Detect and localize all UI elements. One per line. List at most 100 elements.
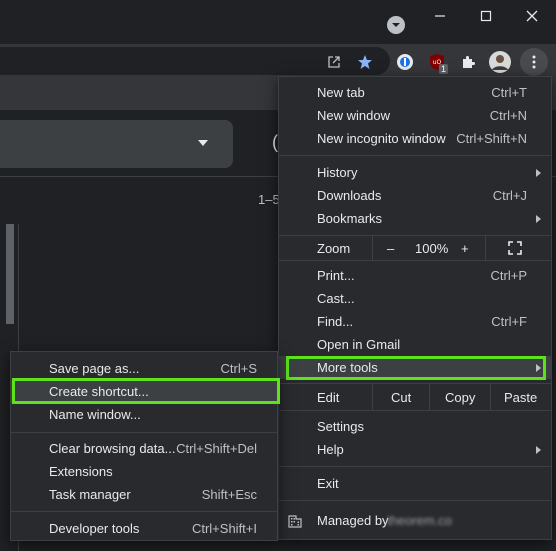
- menu-item-label: New window: [317, 108, 390, 123]
- menu-item-find[interactable]: Find... Ctrl+F: [279, 310, 551, 333]
- edit-label: Edit: [317, 390, 340, 405]
- extensions-button[interactable]: [456, 50, 480, 74]
- menu-item-shortcut: Ctrl+T: [491, 85, 527, 100]
- menu-item-open-in-gmail[interactable]: Open in Gmail: [279, 333, 551, 356]
- menu-item-label: Find...: [317, 314, 354, 329]
- zoom-label: Zoom: [317, 241, 351, 256]
- menu-separator: [11, 511, 277, 512]
- chevron-down-icon: [392, 23, 400, 27]
- menu-item-downloads[interactable]: Downloads Ctrl+J: [279, 184, 551, 207]
- menu-item-label: Task manager: [49, 487, 131, 502]
- menu-item-label: Open in Gmail: [317, 337, 401, 352]
- menu-item-shortcut: Ctrl+Shift+N: [456, 131, 527, 146]
- paste-button[interactable]: Paste: [504, 390, 537, 405]
- menu-separator: [279, 155, 551, 156]
- kebab-menu-icon: [532, 55, 536, 69]
- menu-item-print[interactable]: Print... Ctrl+P: [279, 264, 551, 287]
- menu-item-bookmarks[interactable]: Bookmarks: [279, 207, 551, 230]
- menu-item-label: Print...: [317, 268, 355, 283]
- menu-item-label: Save page as...: [49, 361, 140, 376]
- menu-separator: [279, 466, 551, 467]
- menu-item-help[interactable]: Help: [279, 438, 551, 461]
- menu-item-label: Developer tools: [49, 521, 140, 536]
- menu-item-new-tab[interactable]: New tab Ctrl+T: [279, 81, 551, 104]
- managed-by-domain: theorem.co: [387, 513, 453, 528]
- menu-separator: [279, 410, 551, 411]
- menu-item-label: Name window...: [49, 407, 141, 422]
- menu-item-shortcut: Ctrl+P: [490, 268, 527, 283]
- menu-item-shortcut: Ctrl+Shift+Del: [176, 441, 257, 456]
- menu-item-label: New tab: [317, 85, 365, 100]
- open-in-app-button[interactable]: [322, 50, 346, 74]
- submenu-arrow-icon: [536, 214, 541, 223]
- zoom-out-button[interactable]: –: [387, 241, 394, 256]
- menu-item-name-window[interactable]: Name window...: [11, 403, 277, 426]
- menu-item-label: Downloads: [317, 188, 382, 203]
- zoom-in-button[interactable]: +: [461, 241, 469, 256]
- menu-item-save-page-as[interactable]: Save page as... Ctrl+S: [11, 357, 277, 380]
- zoom-row: Zoom – 100% +: [279, 236, 551, 260]
- menu-item-label: Help: [317, 442, 344, 457]
- menu-item-new-incognito-window[interactable]: New incognito window Ctrl+Shift+N: [279, 127, 551, 150]
- page-scrollbar[interactable]: [6, 224, 14, 324]
- star-icon: [358, 55, 372, 69]
- extension-1password-button[interactable]: [393, 50, 417, 74]
- menu-item-shortcut: Ctrl+S: [220, 361, 257, 376]
- menu-item-history[interactable]: History: [279, 161, 551, 184]
- menu-item-shortcut: Ctrl+N: [489, 108, 527, 123]
- menu-item-shortcut: Ctrl+Shift+I: [191, 521, 257, 536]
- puzzle-icon: [463, 56, 475, 68]
- maximize-icon: [480, 10, 492, 22]
- menu-vertical-divider: [372, 384, 373, 410]
- create-shortcut-highlight: [12, 378, 280, 404]
- menu-item-label: Settings: [317, 419, 364, 434]
- fullscreen-icon: [508, 241, 522, 255]
- menu-item-developer-tools[interactable]: Developer tools Ctrl+Shift+I: [11, 517, 277, 540]
- menu-vertical-divider: [429, 384, 430, 410]
- dropdown-arrow-icon: [198, 140, 208, 146]
- menu-item-task-manager[interactable]: Task manager Shift+Esc: [11, 483, 277, 506]
- menu-item-label: New incognito window: [317, 131, 446, 146]
- extension-ublock-button[interactable]: uO 1: [425, 50, 449, 74]
- page-dropdown[interactable]: [0, 120, 233, 168]
- menu-item-shortcut: Shift+Esc: [201, 487, 257, 502]
- menu-item-label: Exit: [317, 476, 339, 491]
- copy-button[interactable]: Copy: [445, 390, 475, 405]
- menu-item-exit[interactable]: Exit: [279, 472, 551, 495]
- menu-vertical-divider: [490, 384, 491, 410]
- edit-row: Edit Cut Copy Paste: [279, 384, 551, 410]
- menu-item-extensions[interactable]: Extensions: [11, 460, 277, 483]
- cut-button[interactable]: Cut: [391, 390, 411, 405]
- menu-vertical-divider: [372, 236, 373, 260]
- menu-separator: [279, 260, 551, 261]
- menu-item-settings[interactable]: Settings: [279, 415, 551, 438]
- menu-item-label: Bookmarks: [317, 211, 383, 226]
- close-window-button[interactable]: [509, 4, 555, 28]
- maximize-button[interactable]: [463, 4, 509, 28]
- menu-vertical-divider: [485, 236, 486, 260]
- submenu-arrow-icon: [536, 445, 541, 454]
- avatar: [489, 51, 511, 73]
- bookmark-star-button[interactable]: [353, 50, 377, 74]
- managed-by-item[interactable]: Managed by theorem.co: [279, 509, 551, 532]
- profile-button[interactable]: [488, 50, 512, 74]
- menu-separator: [11, 432, 277, 433]
- results-count: 1–5: [258, 192, 280, 207]
- menu-item-label: Cast...: [317, 291, 355, 306]
- managed-by-label: Managed by: [317, 513, 389, 528]
- minimize-button[interactable]: [417, 4, 463, 28]
- building-icon: [288, 514, 302, 528]
- menu-item-new-window[interactable]: New window Ctrl+N: [279, 104, 551, 127]
- chrome-menu-button[interactable]: [520, 48, 548, 76]
- tab-search-button[interactable]: [387, 16, 405, 34]
- submenu-arrow-icon: [536, 168, 541, 177]
- menu-item-clear-browsing-data[interactable]: Clear browsing data... Ctrl+Shift+Del: [11, 437, 277, 460]
- 1password-icon: [397, 54, 413, 70]
- menu-item-shortcut: Ctrl+F: [491, 314, 527, 329]
- menu-item-cast[interactable]: Cast...: [279, 287, 551, 310]
- close-icon: [526, 10, 538, 22]
- zoom-level: 100%: [415, 241, 449, 256]
- fullscreen-button[interactable]: [508, 241, 522, 258]
- chrome-main-menu: New tab Ctrl+T New window Ctrl+N New inc…: [278, 76, 552, 540]
- menu-item-shortcut: Ctrl+J: [492, 188, 527, 203]
